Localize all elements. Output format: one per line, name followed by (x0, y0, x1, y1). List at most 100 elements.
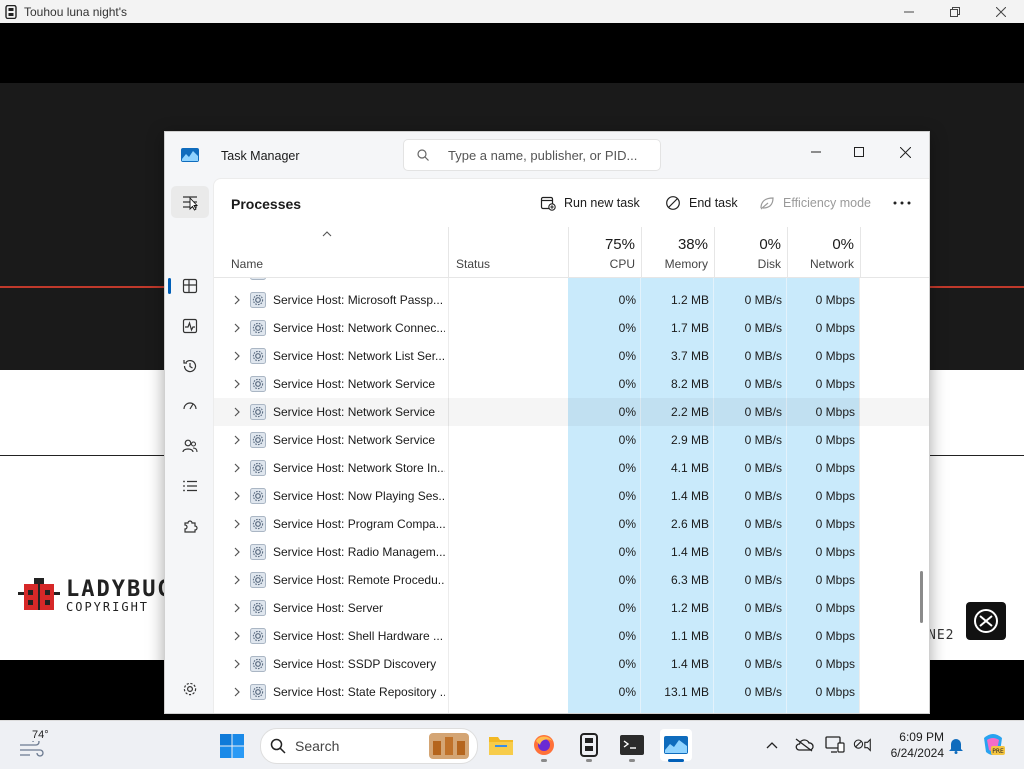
tm-minimize-button[interactable] (793, 138, 839, 166)
chevron-right-icon[interactable] (233, 687, 241, 697)
table-row[interactable]: Service Host: Network Service 0% 2.2 MB 0 M… (214, 398, 929, 426)
nav-users[interactable] (171, 430, 209, 462)
table-row[interactable]: Service Host: Remote Procedu... 0% 6.3 MB 0… (214, 566, 929, 594)
process-search-input[interactable]: Type a name, publisher, or PID... (403, 139, 661, 171)
chevron-right-icon[interactable] (233, 407, 241, 417)
chevron-right-icon[interactable] (233, 659, 241, 669)
nav-app-history[interactable] (171, 350, 209, 382)
run-new-task-button[interactable]: Run new task (540, 193, 640, 213)
taskbar-task-manager[interactable] (660, 729, 692, 762)
process-memory: 1.4 MB (670, 657, 709, 671)
task-manager-window[interactable]: Task Manager Type a name, publisher, or … (164, 131, 930, 714)
tray-copilot[interactable]: PRE (980, 732, 1006, 758)
taskbar-search-box[interactable]: Search (260, 728, 478, 764)
game-window-titlebar[interactable]: Touhou luna night's (0, 0, 1024, 23)
nav-details[interactable] (171, 470, 209, 502)
process-name: Service Host: Network List Ser... (273, 349, 445, 363)
chevron-right-icon[interactable] (233, 379, 241, 389)
nav-settings[interactable] (171, 673, 209, 705)
table-row[interactable]: Service Host: Network Store In... 0% 4.1 M… (214, 454, 929, 482)
process-memory: 1.7 MB (670, 321, 709, 335)
chevron-right-icon[interactable] (233, 463, 241, 473)
search-highlight-image (429, 733, 469, 759)
nav-menu-button[interactable] (171, 186, 209, 218)
chevron-right-icon[interactable] (233, 547, 241, 557)
table-row-partial[interactable] (214, 278, 929, 286)
service-gear-icon (250, 348, 266, 364)
process-network: 0 Mbps (815, 321, 855, 335)
process-name: Service Host: Server (273, 601, 384, 615)
wind-weather-icon (20, 741, 44, 757)
chevron-right-icon[interactable] (233, 603, 241, 613)
weather-widget[interactable]: 74° (18, 729, 58, 761)
tm-maximize-button[interactable] (836, 138, 882, 166)
nav-processes[interactable] (171, 270, 209, 302)
taskbar-game-app[interactable] (573, 729, 605, 762)
taskbar-file-explorer[interactable] (485, 729, 517, 761)
table-row[interactable]: Service Host: State Repository ... 0% 13.1… (214, 678, 929, 706)
task-manager-titlebar[interactable]: Task Manager Type a name, publisher, or … (165, 132, 929, 178)
process-disk: 0 MB/s (744, 321, 782, 335)
process-name: Service Host: SSDP Discovery (273, 657, 437, 671)
windows-start-icon[interactable] (219, 733, 245, 759)
table-row[interactable]: Service Host: Server 0% 1.2 MB 0 MB/s 0 Mbps (214, 594, 929, 622)
column-header-cpu[interactable]: 75% CPU (568, 227, 641, 277)
game-close-button[interactable] (978, 0, 1024, 23)
process-cpu: 0% (618, 517, 636, 531)
tray-network-volume[interactable] (853, 735, 873, 755)
more-icon (893, 201, 911, 205)
nav-rail (165, 178, 213, 713)
table-row[interactable]: Service Host: Radio Managem... 0% 1.4 MB 0 … (214, 538, 929, 566)
tray-notifications[interactable] (946, 735, 966, 755)
taskbar-clock[interactable]: 6:09 PM 6/24/2024 (880, 729, 944, 761)
column-header-memory[interactable]: 38% Memory (641, 227, 714, 277)
column-header-network[interactable]: 0% Network (787, 227, 860, 277)
process-name: Service Host: Network Service (273, 377, 436, 391)
chevron-right-icon[interactable] (233, 519, 241, 529)
chevron-right-icon[interactable] (233, 575, 241, 585)
table-row[interactable]: Service Host: Microsoft Passp... 0% 1.2 MB… (214, 286, 929, 314)
table-row[interactable]: Service Host: Shell Hardware ... 0% 1.1 MB… (214, 622, 929, 650)
game-partial-text: NE2 (928, 628, 955, 643)
nav-services[interactable] (171, 510, 209, 542)
process-name: Service Host: State Repository ... (273, 685, 445, 699)
table-row[interactable]: Service Host: Now Playing Ses... 0% 1.4 MB… (214, 482, 929, 510)
table-row[interactable]: Service Host: Program Compa... 0% 2.6 MB 0 … (214, 510, 929, 538)
column-header-status[interactable]: Status (448, 227, 568, 277)
chevron-right-icon[interactable] (233, 631, 241, 641)
taskbar-firefox[interactable] (528, 729, 560, 762)
column-header-disk[interactable]: 0% Disk (714, 227, 787, 277)
chevron-right-icon[interactable] (233, 323, 241, 333)
column-header-name[interactable]: Name (214, 227, 448, 277)
process-cpu: 0% (618, 377, 636, 391)
vertical-scrollbar[interactable] (920, 571, 923, 623)
end-task-button[interactable]: End task (665, 193, 738, 213)
table-row[interactable]: Service Host: Network Service 0% 8.2 MB 0 M… (214, 370, 929, 398)
process-cpu: 0% (618, 685, 636, 699)
tray-onedrive[interactable] (794, 735, 814, 755)
taskbar-terminal[interactable] (616, 729, 648, 762)
efficiency-mode-button[interactable]: Efficiency mode (759, 193, 871, 213)
tray-display[interactable] (825, 735, 845, 755)
process-memory: 8.2 MB (670, 377, 709, 391)
maximize-icon (854, 147, 864, 157)
table-row[interactable]: Service Host: Network List Ser... 0% 3.7 M… (214, 342, 929, 370)
table-row[interactable]: Service Host: SSDP Discovery 0% 1.4 MB 0 MB… (214, 650, 929, 678)
table-row[interactable]: Service Host: Network Service 0% 2.9 MB 0 M… (214, 426, 929, 454)
chevron-right-icon[interactable] (233, 295, 241, 305)
more-options-button[interactable] (886, 192, 918, 214)
tray-show-hidden-icons[interactable] (762, 735, 782, 755)
process-list[interactable]: Service Host: Microsoft Passp... 0% 1.2 MB… (214, 278, 929, 713)
process-disk: 0 MB/s (744, 545, 782, 559)
nav-performance[interactable] (171, 310, 209, 342)
nav-startup-apps[interactable] (171, 390, 209, 422)
game-minimize-button[interactable] (886, 0, 932, 23)
game-restore-button[interactable] (932, 0, 978, 23)
process-disk: 0 MB/s (744, 657, 782, 671)
tm-close-button[interactable] (882, 138, 928, 166)
table-row[interactable]: Service Host: Network Connec... 0% 1.7 MB 0… (214, 314, 929, 342)
chevron-right-icon[interactable] (233, 435, 241, 445)
chevron-right-icon[interactable] (233, 351, 241, 361)
chevron-right-icon[interactable] (233, 491, 241, 501)
process-disk: 0 MB/s (744, 293, 782, 307)
